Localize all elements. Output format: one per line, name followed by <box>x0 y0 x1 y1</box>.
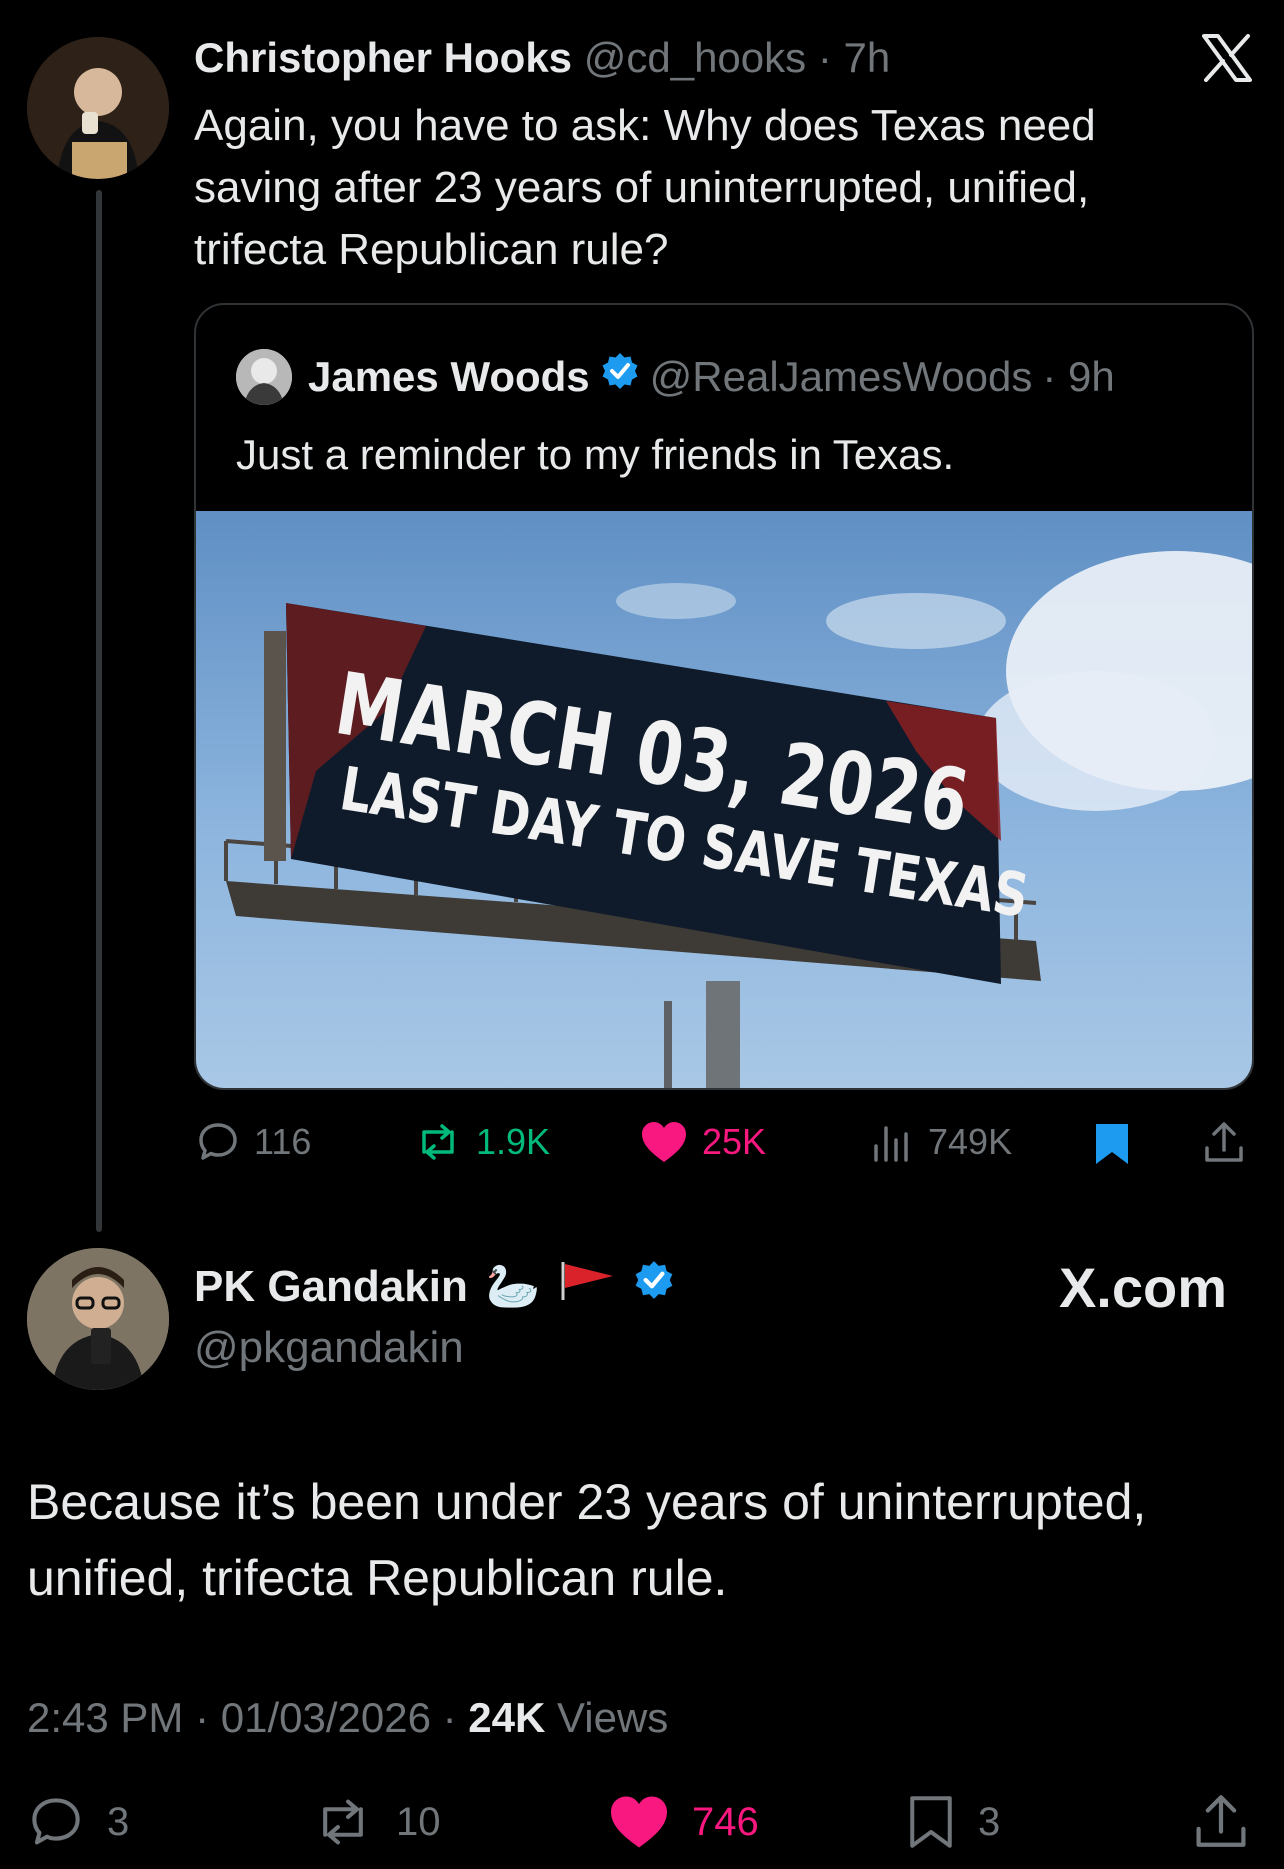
bookmark-icon[interactable] <box>1092 1122 1132 1171</box>
handle[interactable]: @RealJamesWoods <box>650 349 1033 405</box>
repost-button[interactable]: 1.9K <box>414 1120 550 1164</box>
avatar[interactable] <box>27 37 169 179</box>
reply-count: 3 <box>107 1799 130 1844</box>
display-name[interactable]: Christopher Hooks <box>194 34 572 81</box>
reply-button[interactable]: 116 <box>196 1120 311 1164</box>
avatar-photo <box>27 37 169 179</box>
like-count: 746 <box>692 1799 759 1844</box>
handle[interactable]: @pkgandakin <box>194 1320 464 1376</box>
heart-icon <box>642 1122 686 1162</box>
like-button[interactable]: 25K <box>640 1120 766 1164</box>
tweet-text: Again, you have to ask: Why does Texas n… <box>194 101 1096 274</box>
avatar-photo <box>27 1248 169 1390</box>
views-count: 749K <box>928 1121 1013 1162</box>
reply-icon <box>32 1798 80 1845</box>
tweet-meta: 2:43 PM · 01/03/2026 · 24K Views <box>27 1690 668 1746</box>
handle[interactable]: @cd_hooks <box>584 34 806 81</box>
bookmark-count: 3 <box>978 1799 1001 1844</box>
separator: · <box>183 1694 221 1741</box>
views-button[interactable]: 749K <box>870 1120 1012 1164</box>
bookmark-button[interactable]: 3 <box>906 1794 1000 1850</box>
verified-badge-icon <box>633 1259 675 1315</box>
repost-icon <box>422 1124 454 1160</box>
display-name[interactable]: James Woods <box>308 349 590 405</box>
quoted-text: Just a reminder to my friends in Texas. <box>236 431 955 478</box>
display-name[interactable]: PK Gandakin <box>194 1259 468 1315</box>
avatar[interactable] <box>236 349 292 405</box>
like-count: 25K <box>702 1121 767 1162</box>
post-time[interactable]: 2:43 PM <box>27 1694 183 1741</box>
thread-line <box>96 190 102 1232</box>
post-date[interactable]: 01/03/2026 <box>221 1694 431 1741</box>
billboard-image[interactable]: MARCH 03, 2026 LAST DAY TO SAVE TEXAS <box>196 511 1252 1088</box>
avatar-photo <box>236 349 292 405</box>
quoted-tweet-card[interactable]: James Woods @RealJamesWoods · 9h Just a … <box>194 303 1254 1090</box>
bookmark-icon <box>910 1796 952 1848</box>
flag-icon <box>559 1258 615 1316</box>
separator: · <box>430 1694 469 1741</box>
repost-count: 10 <box>396 1799 441 1844</box>
avatar[interactable] <box>27 1248 169 1390</box>
reply-button[interactable]: 3 <box>27 1794 129 1850</box>
timestamp[interactable]: · 7h <box>818 34 890 81</box>
goose-emoji: 🦢 <box>485 1262 541 1311</box>
repost-count: 1.9K <box>476 1121 551 1162</box>
timestamp[interactable]: · 9h <box>1042 349 1114 405</box>
verified-badge-icon <box>600 349 640 405</box>
share-icon[interactable] <box>1202 1120 1246 1169</box>
repost-button[interactable]: 10 <box>312 1794 441 1850</box>
x-logo-icon <box>1202 34 1252 82</box>
repost-icon <box>323 1799 363 1845</box>
tweet-text: Because it’s been under 23 years of unin… <box>27 1474 1147 1606</box>
views-icon <box>874 1126 908 1162</box>
share-icon[interactable] <box>1192 1792 1250 1855</box>
heart-icon <box>611 1796 667 1848</box>
reply-icon <box>199 1123 237 1160</box>
views-count: 24K <box>468 1694 546 1741</box>
parent-header: Christopher Hooks @cd_hooks · 7h <box>194 34 890 82</box>
like-button[interactable]: 746 <box>608 1794 759 1850</box>
main-header: PK Gandakin 🦢 <box>194 1258 675 1316</box>
views-label: Views <box>557 1694 669 1741</box>
quoted-header: James Woods @RealJamesWoods · 9h <box>308 349 1115 405</box>
reply-count: 116 <box>254 1121 312 1162</box>
x-com-logo: X.com <box>1058 1256 1227 1319</box>
